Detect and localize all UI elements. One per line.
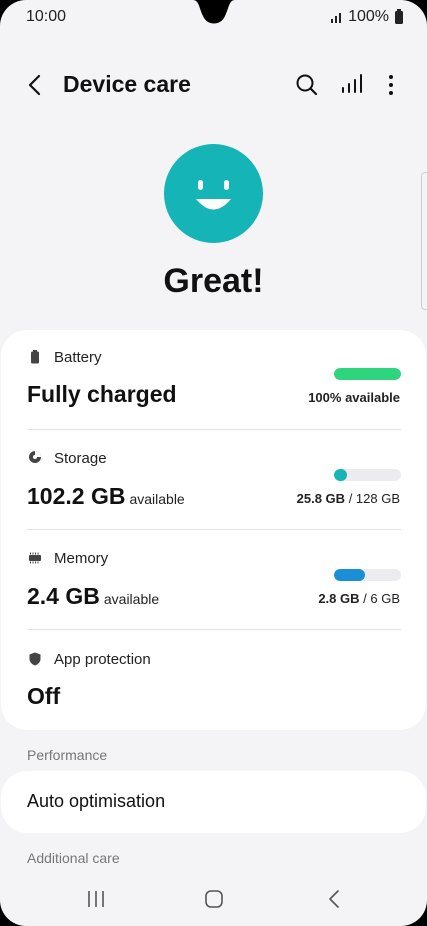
app-protection-label: App protection <box>54 651 151 668</box>
memory-chip-icon <box>29 552 41 564</box>
status-bar: 10:00 100% <box>0 0 427 34</box>
smiley-face-graphic <box>196 180 231 210</box>
auto-optimisation-row[interactable]: Auto optimisation <box>1 771 426 833</box>
storage-suffix: available <box>129 491 185 507</box>
app-protection-section[interactable]: App protection Off <box>1 630 426 730</box>
memory-used: 2.8 GB <box>318 591 360 606</box>
additional-care-header: Additional care <box>27 850 120 866</box>
recent-apps-icon[interactable] <box>86 889 106 909</box>
shield-icon <box>29 652 41 666</box>
app-protection-value: Off <box>27 683 61 709</box>
status-time: 10:00 <box>26 8 67 25</box>
camera-notch <box>193 0 235 24</box>
device-care-screen: 10:00 100% Device care Great! Battery Fu… <box>0 0 427 926</box>
storage-bar-fill <box>334 469 348 481</box>
memory-value-row: 2.4 GB available <box>27 583 159 610</box>
memory-total: / 6 GB <box>363 591 400 606</box>
storage-value: 102.2 GB <box>27 483 126 509</box>
memory-value: 2.4 GB <box>27 583 100 609</box>
back-arrow-icon[interactable] <box>20 70 50 100</box>
memory-bar-fill <box>334 569 366 581</box>
storage-used: 25.8 GB <box>296 491 346 506</box>
battery-bar-fill <box>334 368 401 380</box>
edge-panel-handle[interactable] <box>421 172 427 310</box>
battery-section-icon <box>31 350 39 364</box>
storage-bar <box>334 469 401 481</box>
device-status-card: Battery Fully charged 100% available Sto… <box>1 330 426 730</box>
storage-label: Storage <box>54 450 107 467</box>
battery-icon <box>395 8 403 24</box>
auto-optimisation-label: Auto optimisation <box>27 791 166 811</box>
battery-value: Fully charged <box>27 381 177 407</box>
more-options-icon[interactable] <box>378 70 404 100</box>
app-bar: Device care <box>0 60 427 110</box>
storage-caption: 25.8 GB / 128 GB <box>297 491 400 506</box>
battery-bar <box>334 368 401 380</box>
storage-total: / 128 GB <box>348 491 400 506</box>
memory-bar <box>334 569 401 581</box>
nav-back-icon[interactable] <box>326 889 342 909</box>
page-title: Device care <box>63 71 191 97</box>
memory-section[interactable]: Memory 2.4 GB available 2.8 GB / 6 GB <box>1 530 426 630</box>
battery-caption: 100% available <box>308 390 400 405</box>
search-icon[interactable] <box>292 70 322 100</box>
memory-label: Memory <box>54 550 109 567</box>
storage-section[interactable]: Storage 102.2 GB available 25.8 GB / 128 … <box>1 430 426 530</box>
memory-suffix: available <box>103 591 160 607</box>
storage-value-row: 102.2 GB available <box>27 483 185 510</box>
status-right: 100% <box>330 8 403 26</box>
stats-bars-icon[interactable] <box>337 70 367 100</box>
pie-chart-icon <box>29 451 41 463</box>
memory-caption: 2.8 GB / 6 GB <box>318 591 400 606</box>
home-icon[interactable] <box>204 889 224 909</box>
device-status-headline: Great! <box>163 262 264 300</box>
battery-section[interactable]: Battery Fully charged 100% available <box>1 330 426 430</box>
smiley-face-icon <box>164 144 263 243</box>
battery-percentage: 100% <box>348 8 389 25</box>
signal-icon <box>331 13 342 23</box>
navigation-bar <box>0 876 427 922</box>
battery-label: Battery <box>54 349 102 366</box>
performance-header: Performance <box>27 747 108 763</box>
